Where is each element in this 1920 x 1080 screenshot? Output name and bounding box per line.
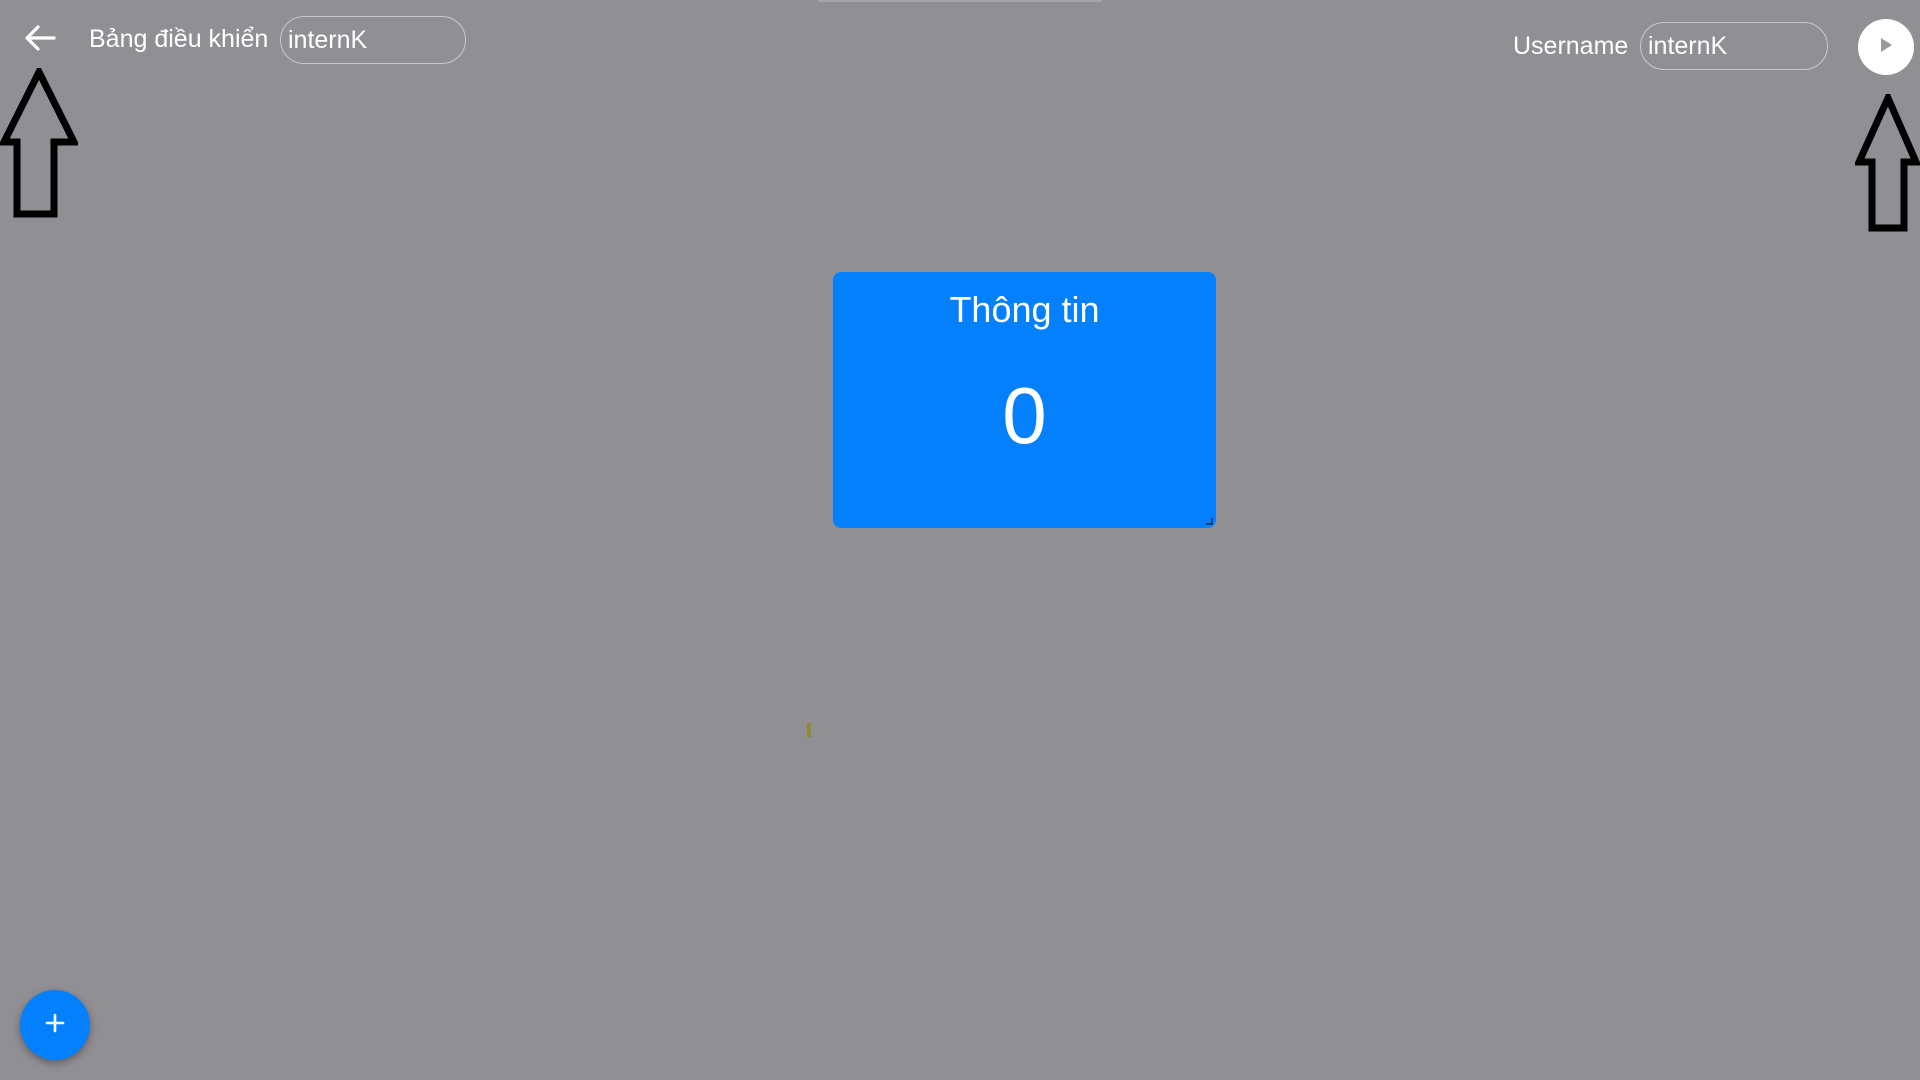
play-icon: [1878, 36, 1894, 59]
play-button[interactable]: [1858, 19, 1914, 75]
up-arrow-outline-icon: [0, 64, 80, 223]
username-input[interactable]: [1640, 22, 1828, 70]
back-button[interactable]: [18, 20, 62, 60]
dashboard-name-input[interactable]: [280, 16, 466, 64]
add-widget-button[interactable]: [20, 990, 90, 1060]
arrow-left-icon: [24, 24, 56, 57]
top-edge-divider: [818, 0, 1102, 2]
username-label: Username: [1513, 32, 1629, 60]
dashboard-title: Bảng điều khiển: [89, 25, 269, 53]
text-cursor-mark: [807, 723, 811, 737]
resize-handle[interactable]: [1206, 518, 1213, 525]
info-card[interactable]: Thông tin 0: [833, 272, 1216, 528]
plus-icon: [45, 1013, 65, 1038]
card-title: Thông tin: [949, 289, 1100, 330]
card-value: 0: [1002, 371, 1047, 460]
up-arrow-outline-icon: [1853, 89, 1920, 237]
